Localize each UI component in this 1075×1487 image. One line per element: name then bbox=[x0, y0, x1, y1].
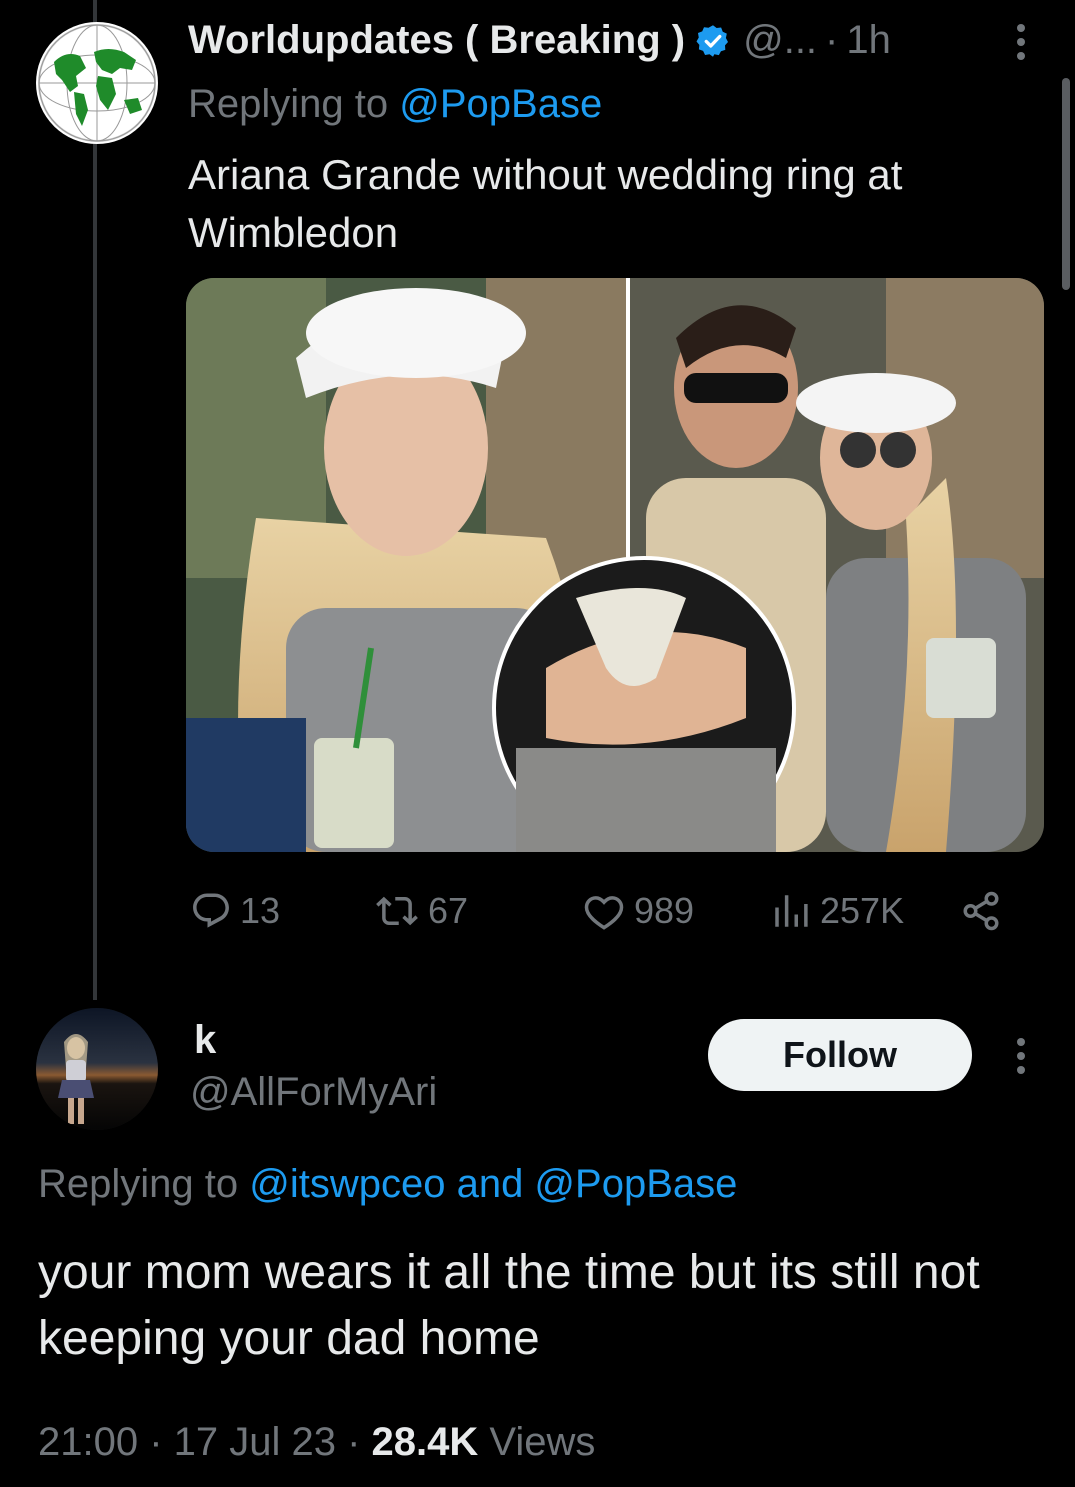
tweet1-text: Ariana Grande without wedding ring at Wi… bbox=[188, 151, 903, 256]
tweet-photo[interactable] bbox=[186, 278, 1044, 852]
reply-button[interactable]: 13 bbox=[190, 890, 280, 932]
views-icon bbox=[775, 895, 808, 927]
views-count[interactable]: 28.4K bbox=[372, 1420, 479, 1464]
reply-time[interactable]: 21:00 bbox=[38, 1420, 138, 1464]
views-count: 257K bbox=[820, 890, 905, 931]
globe-icon bbox=[38, 24, 156, 142]
share-button[interactable] bbox=[958, 890, 1004, 932]
replying-prefix: Replying to bbox=[188, 82, 400, 126]
replying-to-links[interactable]: @itswpceo and @PopBase bbox=[249, 1162, 737, 1206]
tweet1-header: Worldupdates ( Breaking ) @... · 1h bbox=[188, 14, 891, 72]
replying-to-line: Replying to @PopBase bbox=[188, 78, 602, 130]
retweet-button[interactable]: 67 bbox=[374, 890, 468, 932]
follow-button[interactable]: Follow bbox=[708, 1019, 972, 1091]
replying-prefix: Replying to bbox=[38, 1162, 250, 1206]
retweet-count: 67 bbox=[428, 890, 469, 931]
views-button[interactable]: 257K bbox=[770, 890, 904, 932]
avatar-worldupdates[interactable] bbox=[36, 22, 158, 144]
reply-text: your mom wears it all the time but its s… bbox=[38, 1246, 980, 1365]
tweet1-actions: 13 67 989 257K bbox=[190, 890, 1020, 938]
separator-dot: · bbox=[336, 1420, 372, 1464]
reply-date[interactable]: 17 Jul 23 bbox=[174, 1420, 336, 1464]
author-name[interactable]: Worldupdates ( Breaking ) bbox=[188, 18, 685, 62]
views-label: Views bbox=[478, 1420, 596, 1464]
replying-to-line: Replying to @itswpceo and @PopBase bbox=[38, 1158, 737, 1210]
replying-to-link[interactable]: @PopBase bbox=[399, 82, 602, 126]
reply-meta: 21:00 · 17 Jul 23 · 28.4K Views bbox=[38, 1416, 595, 1468]
tweet-time[interactable]: 1h bbox=[846, 18, 891, 62]
like-count: 989 bbox=[634, 890, 695, 931]
separator-dot: · bbox=[138, 1420, 174, 1464]
verified-badge-icon bbox=[695, 20, 731, 72]
like-icon bbox=[584, 896, 624, 930]
more-icon[interactable] bbox=[1008, 20, 1034, 69]
author-handle[interactable]: @... bbox=[743, 18, 817, 62]
separator-dot: · bbox=[825, 18, 839, 62]
reply-author-name[interactable]: k bbox=[194, 1014, 216, 1066]
reply-icon bbox=[193, 893, 229, 928]
reply-count: 13 bbox=[240, 890, 281, 931]
scrollbar-thumb[interactable] bbox=[1062, 78, 1070, 290]
thread-line bbox=[93, 0, 97, 1000]
avatar-k[interactable] bbox=[36, 1008, 158, 1130]
like-button[interactable]: 989 bbox=[582, 890, 694, 932]
retweet-icon bbox=[376, 896, 418, 926]
share-icon bbox=[963, 891, 999, 931]
reply-author-handle[interactable]: @AllForMyAri bbox=[190, 1066, 437, 1118]
more-icon[interactable] bbox=[1008, 1034, 1034, 1083]
